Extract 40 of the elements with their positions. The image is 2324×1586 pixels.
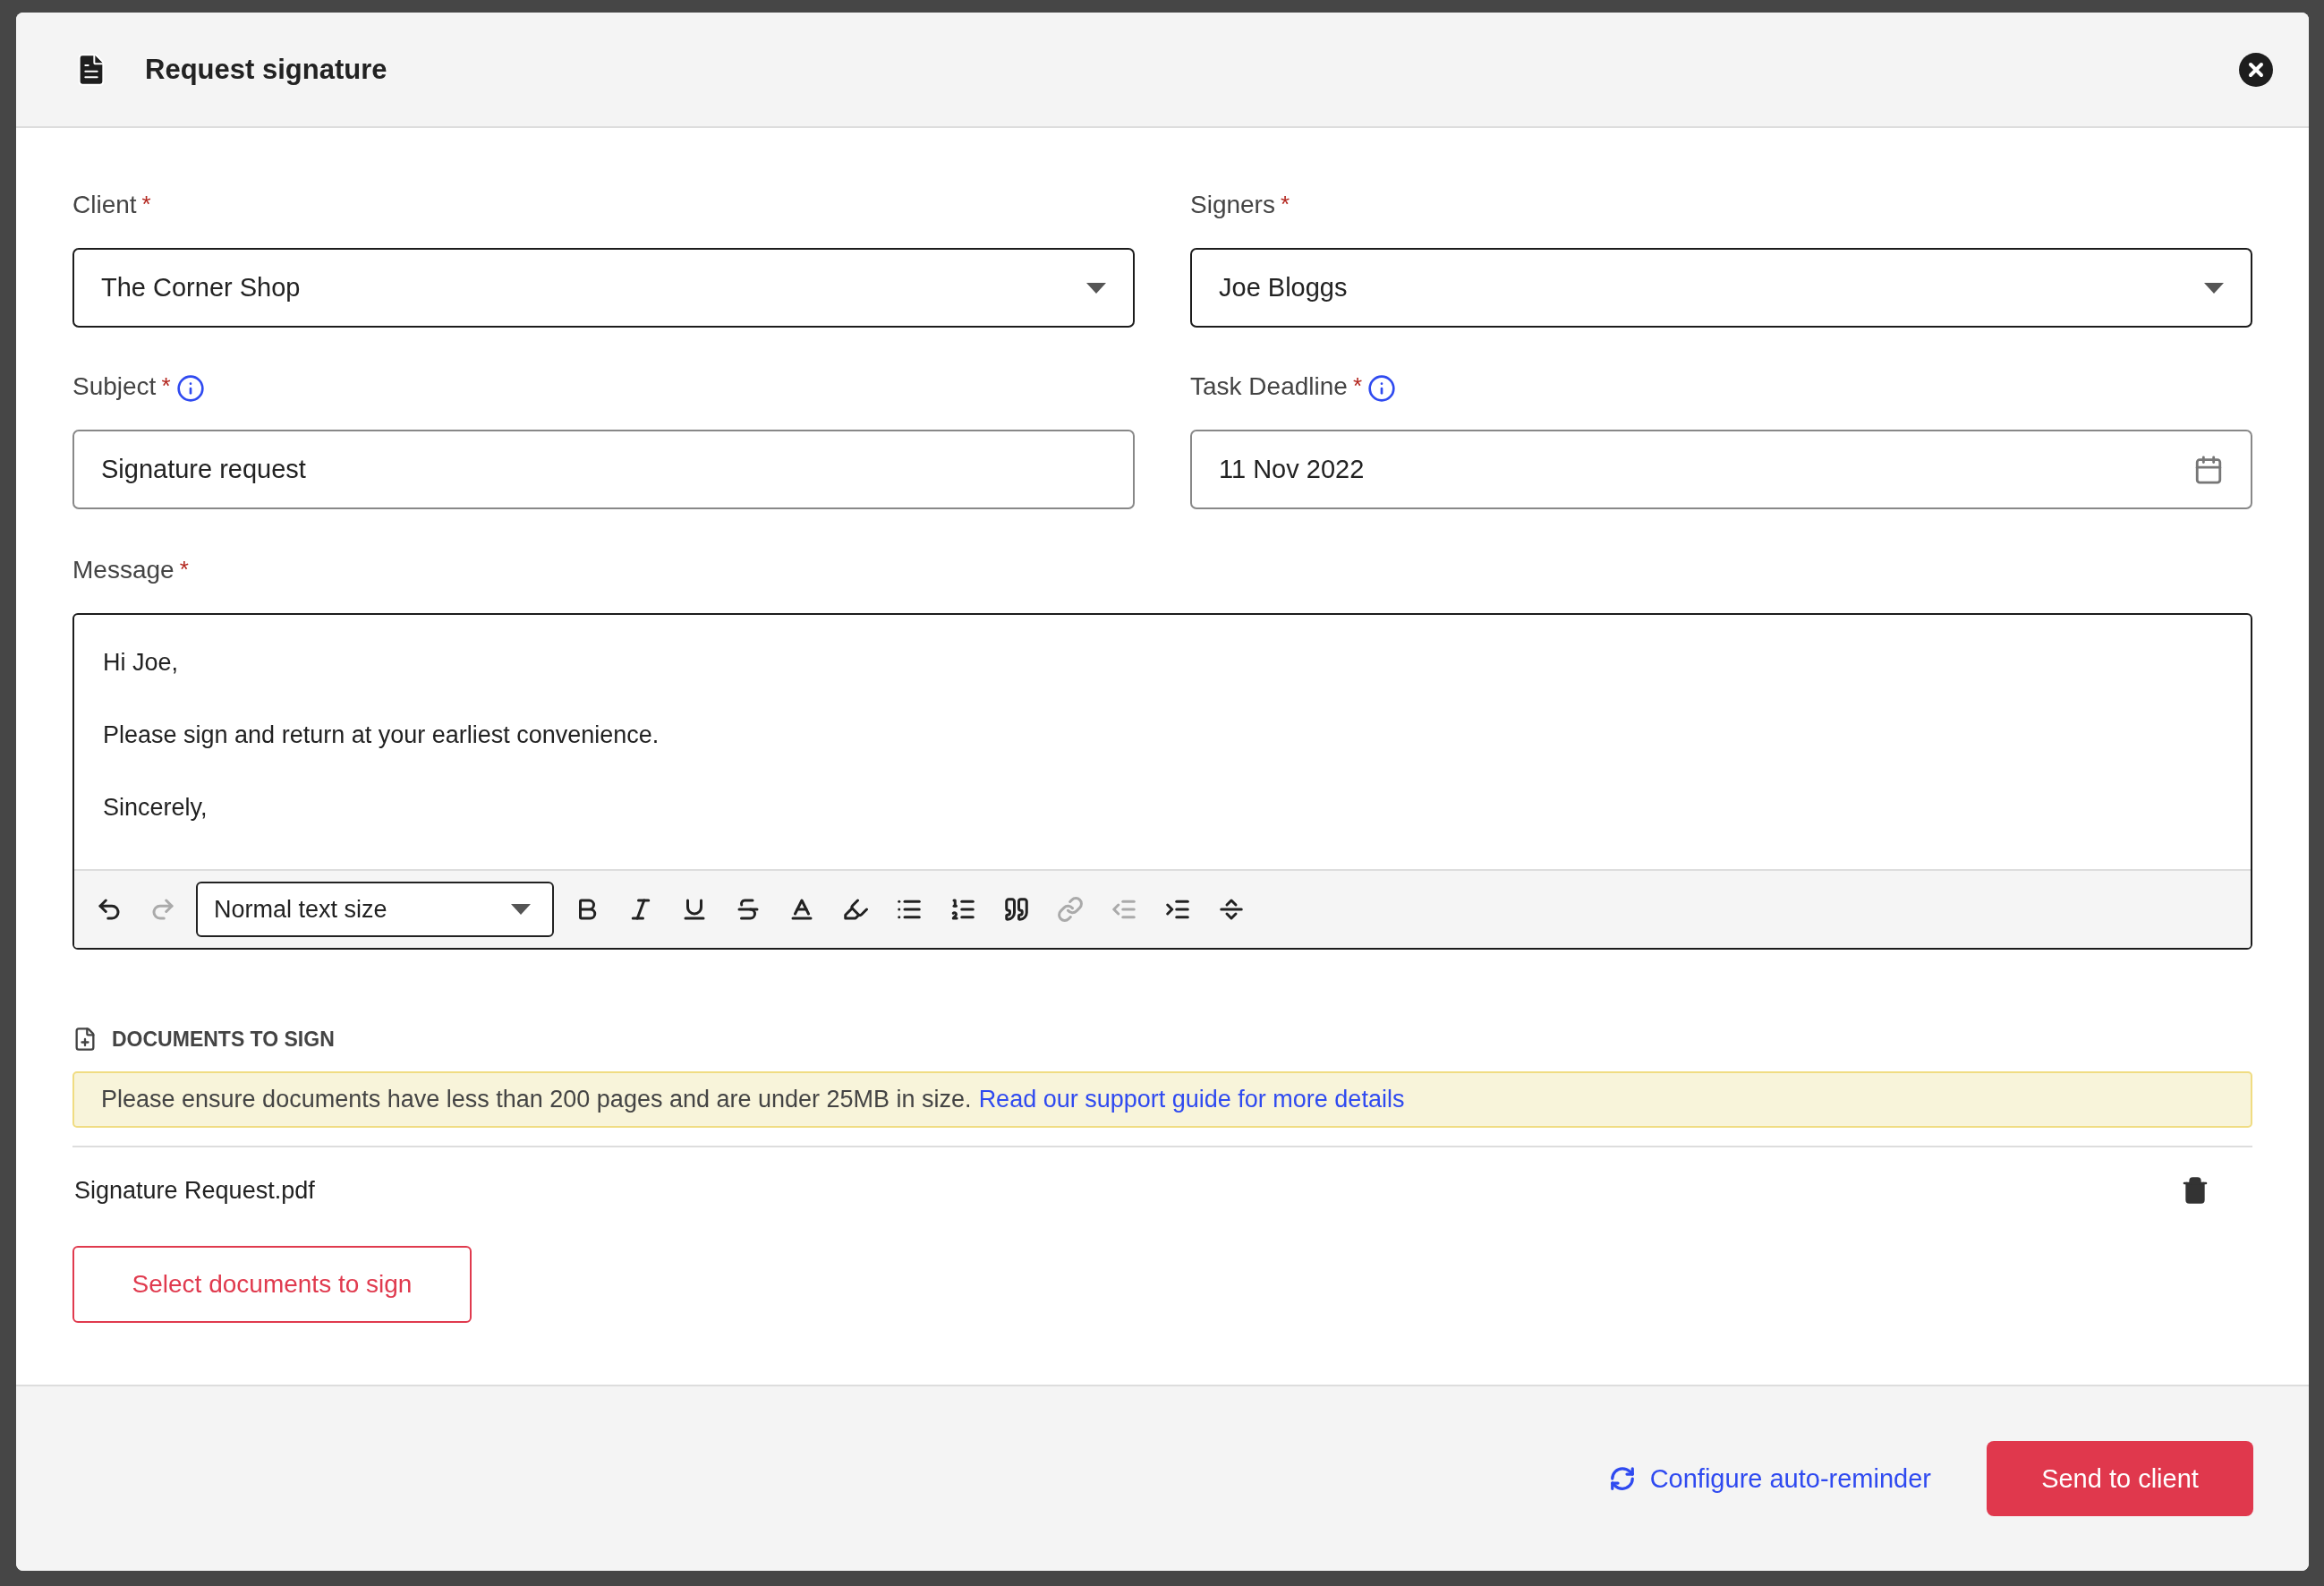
highlight-icon <box>842 896 869 923</box>
field-label: Client <box>72 191 137 219</box>
caret-icon <box>2204 282 2224 294</box>
close-button[interactable] <box>2239 52 2273 87</box>
caret-icon <box>511 904 531 915</box>
required-mark: * <box>161 372 171 400</box>
select-documents-button[interactable]: Select documents to sign <box>72 1246 472 1323</box>
field-label: Task Deadline <box>1190 372 1348 401</box>
dropdown[interactable]: The Corner Shop <box>72 248 1135 328</box>
file-name: Signature Request.pdf <box>74 1176 315 1205</box>
auto-reminder-link[interactable]: Configure auto-reminder <box>1608 1463 1931 1494</box>
required-mark: * <box>1280 191 1290 218</box>
info-icon[interactable] <box>175 374 205 403</box>
field-label: Subject <box>72 372 157 401</box>
info-icon[interactable] <box>1367 374 1396 403</box>
section-heading: DOCUMENTS TO SIGN <box>112 1027 335 1052</box>
message-text: Sincerely, <box>103 794 209 822</box>
field-label: Message <box>72 556 175 584</box>
trash-icon <box>2181 1176 2209 1205</box>
send-button[interactable]: Send to client <box>1987 1441 2253 1516</box>
message-text: Please sign and return at your earliest convenience. <box>103 721 660 749</box>
calendar-icon[interactable] <box>2193 454 2224 485</box>
link-icon <box>1057 896 1084 923</box>
field-label: Signers <box>1190 191 1275 219</box>
date-field[interactable]: 11 Nov 2022 <box>1190 430 2252 509</box>
message-text: Hi Joe, <box>103 649 180 677</box>
caret-icon <box>1086 282 1106 294</box>
notice-text: Please ensure documents have less than 200 pages and are under 25MB in size. Read our support guide for more details <box>72 1071 2252 1128</box>
required-mark: * <box>179 556 189 584</box>
dropdown[interactable]: Joe Bloggs <box>1190 248 2252 328</box>
support-guide-link[interactable]: Read our support guide for more details <box>978 1086 1405 1113</box>
required-mark: * <box>1352 372 1362 400</box>
refresh-icon <box>1608 1465 1636 1492</box>
delete-button[interactable] <box>2181 1176 2209 1205</box>
quote-icon <box>1003 896 1030 923</box>
message-editor[interactable]: Hi Joe, Please sign and return at your earliest convenience. Sincerely, Normal text size <box>72 613 2252 950</box>
input-field[interactable]: Signature request <box>72 430 1135 509</box>
required-mark: * <box>141 191 151 218</box>
text-size-dropdown[interactable]: Normal text size <box>196 882 554 937</box>
dialog-title: Request signature <box>145 53 388 86</box>
